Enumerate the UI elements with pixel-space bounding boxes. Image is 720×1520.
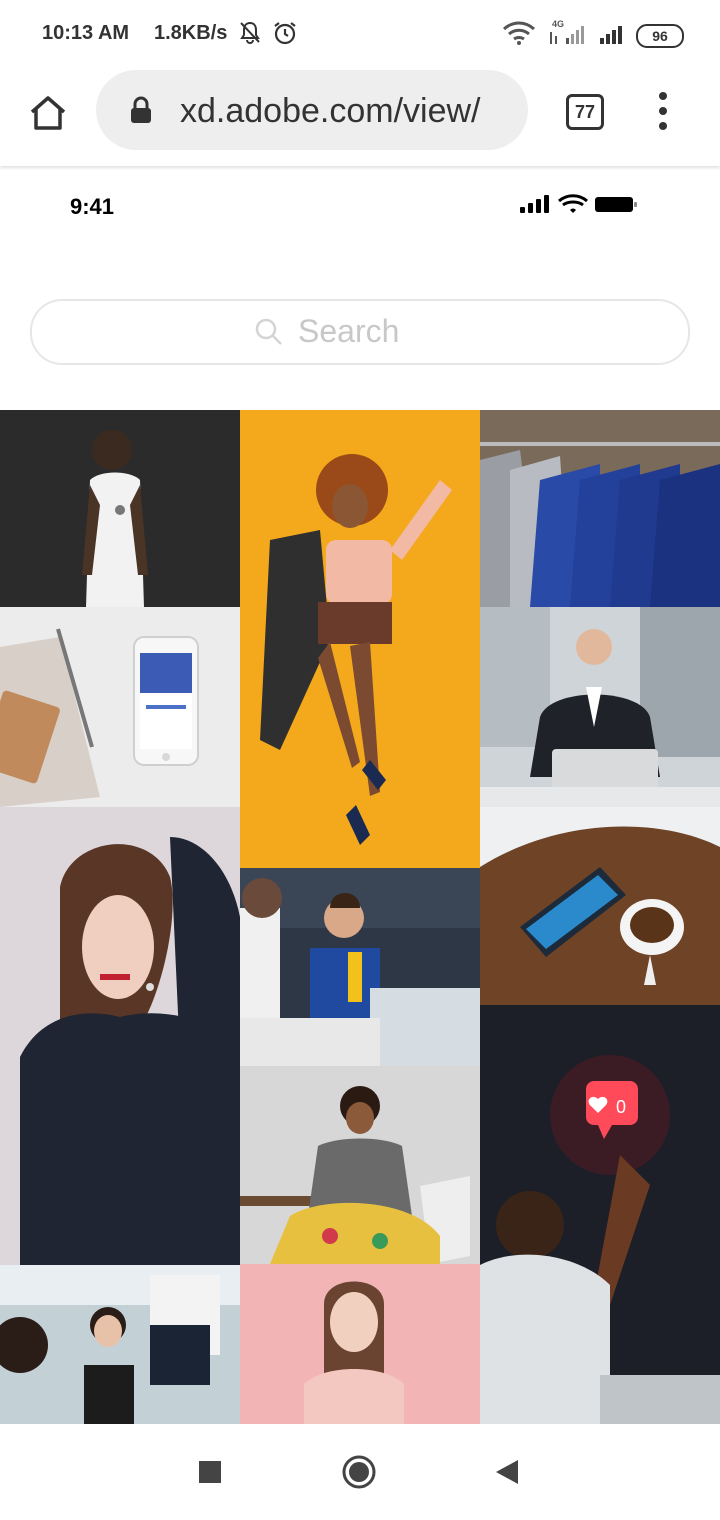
overflow-menu-icon[interactable] — [650, 92, 676, 132]
businessman-laptop-image — [480, 607, 720, 807]
search-icon — [255, 318, 282, 345]
prototype-status-icons — [520, 194, 637, 213]
woman-pink-backdrop-image — [240, 1264, 480, 1425]
home-nav-icon[interactable] — [341, 1454, 377, 1490]
office-team-image — [240, 868, 480, 1066]
women-office-image — [0, 1265, 240, 1425]
phone-facebook-image — [0, 607, 240, 807]
network-type-label: 4G — [552, 19, 564, 29]
lock-icon — [131, 96, 151, 123]
battery-indicator: 96 — [636, 24, 684, 48]
prototype-status-bar: 9:41 — [0, 170, 720, 250]
back-icon[interactable] — [494, 1458, 520, 1486]
search-input[interactable]: Search — [30, 299, 690, 365]
man-white-tee-image — [0, 410, 240, 607]
navigation-bar — [0, 1424, 720, 1520]
photo-man-white-tee[interactable] — [0, 410, 240, 607]
search-placeholder: Search — [298, 313, 400, 349]
photo-woman-pink-backdrop[interactable] — [240, 1264, 480, 1425]
woman-floral-dress-image — [240, 1066, 480, 1264]
mute-notifications-icon — [240, 21, 260, 44]
photo-man-instagram-like[interactable]: 0 — [480, 1005, 720, 1425]
photo-women-office[interactable] — [0, 1265, 240, 1425]
wifi-status-icon — [503, 21, 535, 45]
recents-icon[interactable] — [198, 1460, 222, 1484]
system-time: 10:13 AM — [42, 22, 130, 44]
woman-polka-dots-image — [0, 807, 240, 1265]
like-count: 0 — [616, 1097, 626, 1117]
system-status-bar: 10:13 AM 1.8KB/s 4G 96 — [0, 0, 720, 70]
woman-yellow-backdrop-image — [240, 410, 480, 868]
suits-on-rack-image — [480, 410, 720, 607]
cellular-signal-icon — [600, 26, 622, 44]
cellular-signal-4g-icon: 4G — [550, 19, 584, 44]
signal-bars-icon — [520, 195, 549, 213]
url-text: xd.adobe.com/view/ — [180, 92, 481, 130]
photo-suits-on-rack[interactable] — [480, 410, 720, 607]
wifi-icon — [558, 194, 588, 213]
photo-phone-coffee-table[interactable] — [480, 807, 720, 1005]
photo-phone-facebook[interactable] — [0, 607, 240, 807]
alarm-icon — [274, 22, 296, 45]
browser-toolbar: xd.adobe.com/view/ 77 — [0, 70, 720, 166]
photo-grid: 0 — [0, 410, 720, 1425]
photo-businessman-laptop[interactable] — [480, 607, 720, 807]
battery-icon — [595, 197, 637, 212]
network-speed: 1.8KB/s — [154, 22, 228, 44]
address-bar[interactable]: xd.adobe.com/view/ — [96, 70, 528, 150]
tab-switcher-button[interactable]: 77 — [566, 94, 604, 130]
home-icon[interactable] — [24, 90, 72, 138]
photo-woman-floral-dress[interactable] — [240, 1066, 480, 1264]
man-instagram-like-image: 0 — [480, 1005, 720, 1425]
photo-woman-polka-dots[interactable] — [0, 807, 240, 1265]
prototype-time: 9:41 — [70, 194, 115, 219]
photo-office-team[interactable] — [240, 868, 480, 1066]
photo-woman-yellow-backdrop[interactable] — [240, 410, 480, 868]
phone-coffee-table-image — [480, 807, 720, 1005]
